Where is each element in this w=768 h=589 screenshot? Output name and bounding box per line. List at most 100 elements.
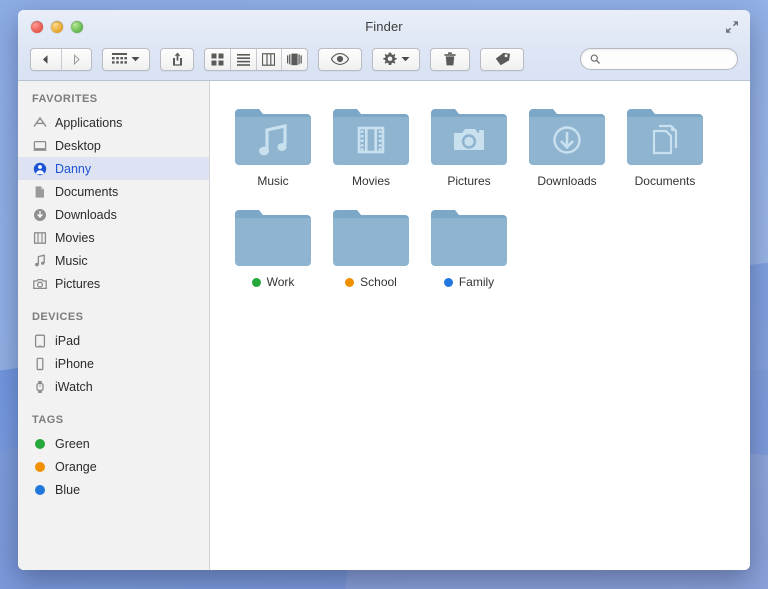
sidebar-item-label: Applications	[55, 116, 122, 130]
window-chrome: Finder	[18, 10, 750, 81]
downloads-icon	[32, 207, 47, 222]
folder-label-text: Pictures	[447, 174, 490, 188]
folder-icon	[331, 105, 411, 167]
folder-label-text: Movies	[352, 174, 390, 188]
view-mode-coverflow-button[interactable]	[282, 49, 307, 70]
forward-arrow-icon	[71, 54, 82, 65]
sidebar-item-iwatch[interactable]: iWatch	[18, 375, 209, 398]
sidebar-group-title: TAGS	[18, 414, 209, 432]
view-mode-list-button[interactable]	[231, 49, 257, 70]
eye-icon	[331, 53, 349, 65]
arrange-grid-icon	[112, 53, 127, 65]
sidebar-group-devices: DEVICES iPad	[18, 311, 209, 398]
sidebar-item-label: iPad	[55, 334, 80, 348]
folder-icon	[233, 206, 313, 268]
share-button[interactable]	[160, 48, 194, 71]
gear-icon	[383, 52, 397, 66]
sidebar-item-danny[interactable]: Danny	[18, 157, 209, 180]
window-body: FAVORITES Applications	[18, 81, 750, 570]
folder-label-text: Family	[459, 275, 494, 289]
sidebar-item-music[interactable]: Music	[18, 249, 209, 272]
folder-item-documents[interactable]: Documents	[616, 101, 714, 198]
sidebar-item-pictures[interactable]: Pictures	[18, 272, 209, 295]
sidebar-item-applications[interactable]: Applications	[18, 111, 209, 134]
sidebar-item-label: Desktop	[55, 139, 101, 153]
tag-dot-icon	[32, 459, 47, 474]
sidebar-item-desktop[interactable]: Desktop	[18, 134, 209, 157]
folder-icon	[331, 206, 411, 268]
tag-dot-icon	[252, 278, 261, 287]
expand-arrows-icon[interactable]	[724, 19, 740, 35]
tag-dot-icon	[444, 278, 453, 287]
folder-item-school[interactable]: School	[322, 202, 420, 299]
sidebar-item-ipad[interactable]: iPad	[18, 329, 209, 352]
sidebar-item-label: iWatch	[55, 380, 93, 394]
arrange-button[interactable]	[102, 48, 150, 71]
iphone-icon	[32, 356, 47, 371]
share-upload-icon	[171, 52, 184, 66]
folder-icon	[429, 105, 509, 167]
folder-label: Movies	[352, 174, 390, 188]
folder-label-text: Work	[267, 275, 295, 289]
folder-label-text: Downloads	[537, 174, 596, 188]
sidebar-item-label: Music	[55, 254, 88, 268]
view-mode-icon-button[interactable]	[205, 49, 231, 70]
folder-item-work[interactable]: Work	[224, 202, 322, 299]
sidebar-item-movies[interactable]: Movies	[18, 226, 209, 249]
folder-label: Documents	[635, 174, 696, 188]
movies-icon	[32, 230, 47, 245]
finder-window: Finder	[18, 10, 750, 570]
sidebar-item-iphone[interactable]: iPhone	[18, 352, 209, 375]
search-field[interactable]	[580, 48, 738, 70]
sidebar-item-tag-green[interactable]: Green	[18, 432, 209, 455]
delete-button[interactable]	[430, 48, 470, 71]
ipad-icon	[32, 333, 47, 348]
sidebar-item-documents[interactable]: Documents	[18, 180, 209, 203]
documents-icon	[32, 184, 47, 199]
folder-label: Downloads	[537, 174, 596, 188]
sidebar-group-tags: TAGS Green Orange	[18, 414, 209, 501]
toolbar	[18, 42, 750, 80]
minimize-button[interactable]	[51, 21, 63, 33]
sidebar-item-tag-blue[interactable]: Blue	[18, 478, 209, 501]
quick-look-button[interactable]	[318, 48, 362, 71]
folder-item-pictures[interactable]: Pictures	[420, 101, 518, 198]
search-icon	[590, 53, 600, 65]
navigation-buttons	[30, 48, 92, 71]
folder-item-downloads[interactable]: Downloads	[518, 101, 616, 198]
sidebar-group-title: FAVORITES	[18, 93, 209, 111]
sidebar-item-downloads[interactable]: Downloads	[18, 203, 209, 226]
trash-icon	[444, 52, 456, 66]
view-coverflow-icon	[287, 53, 302, 66]
folder-item-music[interactable]: Music	[224, 101, 322, 198]
folder-item-movies[interactable]: Movies	[322, 101, 420, 198]
tag-button[interactable]	[480, 48, 524, 71]
sidebar-item-label: Pictures	[55, 277, 100, 291]
sidebar-item-tag-orange[interactable]: Orange	[18, 455, 209, 478]
forward-button[interactable]	[62, 49, 92, 70]
folder-icon	[625, 105, 705, 167]
back-button[interactable]	[31, 49, 62, 70]
folder-label: Work	[252, 275, 295, 289]
folder-item-family[interactable]: Family	[420, 202, 518, 299]
folder-label: Pictures	[447, 174, 490, 188]
sidebar-item-label: Movies	[55, 231, 95, 245]
title-bar: Finder	[18, 10, 750, 42]
tag-icon	[495, 52, 510, 66]
window-title: Finder	[18, 19, 750, 34]
folder-label-text: Music	[257, 174, 288, 188]
view-mode-column-button[interactable]	[257, 49, 283, 70]
user-home-icon	[32, 161, 47, 176]
sidebar-item-label: Downloads	[55, 208, 117, 222]
zoom-button[interactable]	[71, 21, 83, 33]
sidebar-group-title: DEVICES	[18, 311, 209, 329]
action-menu-button[interactable]	[372, 48, 420, 71]
search-input[interactable]	[606, 52, 728, 66]
iwatch-icon	[32, 379, 47, 394]
close-button[interactable]	[31, 21, 43, 33]
sidebar-item-label: Documents	[55, 185, 118, 199]
file-grid-area: Music	[210, 81, 750, 570]
file-grid: Music	[224, 101, 736, 299]
sidebar-item-label: iPhone	[55, 357, 94, 371]
folder-label: Music	[257, 174, 288, 188]
